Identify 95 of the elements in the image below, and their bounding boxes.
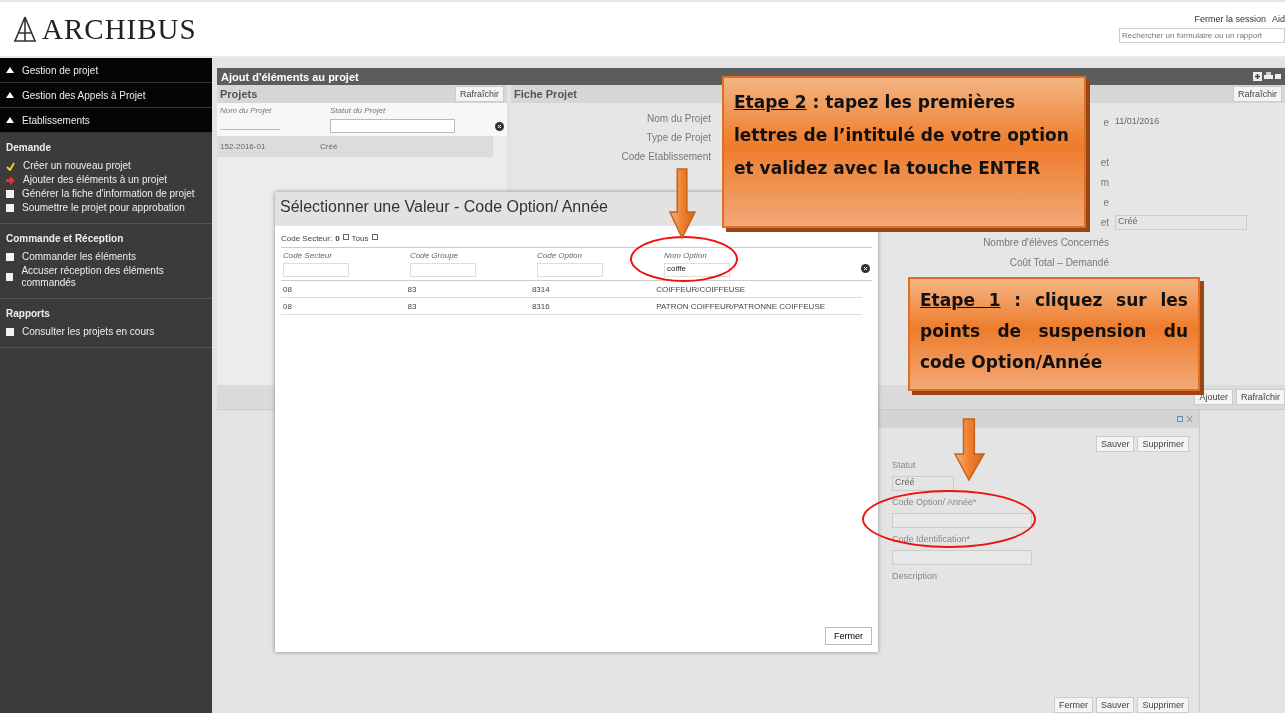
clear-icon[interactable] [495, 121, 504, 131]
sidebar-item[interactable]: Générer la fiche d'information de projet [22, 188, 195, 200]
table-cell-text: 152-2016-01 [220, 142, 267, 151]
remove-icon[interactable] [371, 234, 378, 240]
mail-icon[interactable] [1275, 72, 1281, 81]
section-title: Rapports [5, 307, 51, 321]
table-cell-text: 8316 [530, 302, 551, 311]
filter-field[interactable] [410, 263, 476, 277]
sidebar-group[interactable]: Gestion des Appels à Projet [0, 83, 212, 108]
sidebar-item[interactable]: Consulter les projets en cours [22, 326, 155, 338]
logo-text: ARCHIBUS [42, 12, 197, 46]
table-cell-text: 83 [406, 302, 418, 311]
filter-all[interactable]: Tous [351, 234, 369, 243]
table-row[interactable]: 08 83 8314 COIFFEUR/COIFFEUSE [281, 281, 862, 298]
field-label: m [1100, 176, 1109, 188]
section-title: Demande [5, 141, 52, 155]
refresh-button[interactable]: Rafraîchir [1233, 86, 1282, 102]
clear-icon[interactable] [861, 264, 870, 273]
logo-icon [12, 15, 38, 43]
refresh-button[interactable]: Rafraîchir [455, 86, 504, 102]
filter-field[interactable] [283, 263, 349, 277]
field-value: 11/01/2016 [1115, 116, 1161, 128]
remove-icon[interactable] [342, 234, 349, 240]
filter-select[interactable] [330, 119, 455, 133]
section-title: Commande et Réception [5, 232, 125, 246]
sidebar-item[interactable]: Créer un nouveau projet [23, 160, 131, 172]
filter-field[interactable] [537, 263, 603, 277]
field-label: Description [892, 571, 939, 581]
table-cell-text: 08 [282, 302, 293, 311]
field-label: Code Option/ Année* [892, 497, 978, 507]
plus-icon[interactable] [1253, 72, 1262, 81]
text-field[interactable] [892, 550, 1032, 565]
field-label: Nom du Projet [647, 113, 711, 124]
sidebar-item[interactable]: Ajouter des éléments à un projet [23, 174, 167, 186]
triangle-up-icon [6, 117, 14, 123]
field-label: Type de Projet [646, 132, 711, 143]
arrow-icon [667, 168, 699, 240]
panel-heading: Projets [220, 88, 258, 100]
sidebar-group[interactable]: Etablissements [0, 108, 212, 133]
square-bullet-icon [6, 190, 14, 198]
panel-heading: Fiche Projet [514, 88, 577, 100]
header-link[interactable]: Fermer la session [1194, 14, 1266, 24]
status-select[interactable]: Créé [1115, 215, 1247, 230]
table-cell-text: 08 [282, 285, 293, 294]
square-bullet-icon [6, 204, 14, 212]
action-button[interactable]: Rafraîchir [1236, 389, 1285, 405]
panel-title: Ajout d'éléments au projet [221, 70, 359, 83]
triangle-up-icon [6, 92, 14, 98]
text-field[interactable] [892, 513, 1032, 528]
table-cell-text: Créé [320, 142, 339, 151]
window-controls-icon[interactable] [1177, 415, 1193, 423]
table-cell-text: PATRON COIFFEUR/PATRONNE COIFFEUSE [655, 302, 827, 311]
column-header: Code Groupe [410, 251, 460, 260]
printer-icon[interactable] [1264, 72, 1273, 81]
column-header: Statut du Projet [330, 106, 387, 115]
table-row[interactable]: 08 83 8316 PATRON COIFFEUR/PATRONNE COIFFEUSE [281, 298, 862, 315]
sidebar-item[interactable]: Soumettre le projet pour approbation [22, 202, 185, 214]
field-label: Statut [892, 460, 917, 470]
action-button[interactable]: Ajouter [1194, 389, 1233, 405]
filter-label: Code Secteur: [281, 234, 333, 243]
column-header: Nom Option [664, 251, 708, 260]
field-label: Coût Total – Demandé [1009, 256, 1109, 268]
field-label: Nombre d'élèves Concernés [983, 236, 1109, 248]
sidebar-item[interactable]: Commander les éléments [22, 251, 136, 263]
form-button[interactable]: Supprimer [1137, 436, 1189, 452]
form-button[interactable]: Supprimer [1137, 697, 1189, 713]
field-label: e [1103, 116, 1109, 128]
square-bullet-icon [6, 328, 14, 336]
field-label: Code Etablissement [621, 151, 711, 162]
table-cell-text: 8314 [530, 285, 551, 294]
square-bullet-icon [6, 253, 14, 261]
column-header: Code Secteur [283, 251, 333, 260]
square-bullet-icon [6, 273, 14, 281]
table-cell-text: 83 [406, 285, 418, 294]
search-field[interactable]: Rechercher un formulaire ou un rapport [1119, 28, 1285, 43]
form-button[interactable]: Fermer [1053, 697, 1093, 713]
close-button[interactable]: Fermer [825, 627, 872, 645]
filter-value: 0 [335, 234, 340, 243]
field-label: et [1100, 217, 1109, 228]
header-link[interactable]: Aid [1272, 14, 1285, 24]
status-select[interactable]: Créé [892, 476, 954, 491]
sidebar-item[interactable]: Accuser réception des éléments commandés [21, 265, 206, 289]
table-cell-text: COIFFEUR/COIFFEUSE [655, 285, 747, 294]
arrow-icon [952, 418, 988, 482]
filter-field[interactable]: coiffe [664, 263, 730, 277]
field-label: e [1103, 196, 1109, 208]
column-header: Nom du Projet [220, 106, 273, 115]
column-header: Code Option [537, 251, 583, 260]
form-button[interactable]: Sauver [1095, 697, 1135, 713]
arrow-right-icon [6, 175, 15, 185]
form-button[interactable]: Sauver [1095, 436, 1135, 452]
sidebar-group[interactable]: Gestion de projet [0, 58, 212, 83]
triangle-up-icon [6, 67, 14, 73]
field-label: et [1100, 156, 1109, 168]
check-icon [6, 161, 15, 171]
